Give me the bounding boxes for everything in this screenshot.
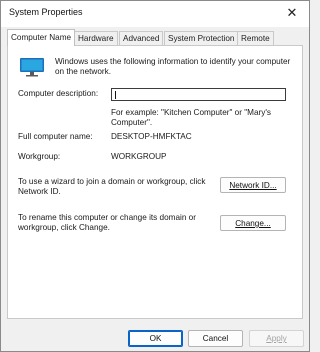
intro-line-1: Windows uses the following information t…: [55, 57, 291, 66]
apply-button-label: Apply: [266, 334, 287, 343]
intro-line-2: on the network.: [55, 67, 111, 76]
network-id-button-label: Network ID...: [229, 181, 277, 190]
computer-monitor-icon: [20, 58, 44, 77]
apply-button[interactable]: Apply: [249, 330, 304, 347]
computer-name-panel: Windows uses the following information t…: [7, 45, 303, 319]
cancel-button[interactable]: Cancel: [188, 330, 243, 347]
example-line-2: Computer".: [111, 118, 153, 127]
full-name-label: Full computer name:: [18, 132, 93, 141]
system-properties-window: System Properties ✕ Computer Name Hardwa…: [0, 0, 310, 352]
rename-text-line-2: workgroup, click Change.: [18, 223, 110, 232]
tab-strip: Computer Name Hardware Advanced System P…: [7, 29, 303, 46]
tab-system-protection[interactable]: System Protection: [164, 31, 239, 45]
close-icon[interactable]: ✕: [283, 4, 301, 22]
change-button[interactable]: Change...: [220, 215, 286, 231]
workgroup-label: Workgroup:: [18, 152, 61, 161]
ok-button[interactable]: OK: [128, 330, 183, 347]
tab-remote[interactable]: Remote: [237, 31, 274, 45]
full-name-value: DESKTOP-HMFKTAC: [111, 132, 192, 141]
wizard-text-line-1: To use a wizard to join a domain or work…: [18, 177, 206, 186]
tab-computer-name[interactable]: Computer Name: [7, 29, 76, 46]
tab-advanced[interactable]: Advanced: [119, 31, 164, 45]
title-bar: System Properties ✕: [1, 1, 309, 27]
wizard-text-line-2: Network ID.: [18, 187, 61, 196]
text-caret: [115, 91, 116, 99]
example-line-1: For example: "Kitchen Computer" or "Mary…: [111, 108, 271, 117]
description-label: Computer description:: [18, 89, 99, 98]
change-button-label: Change...: [235, 219, 271, 228]
computer-description-input[interactable]: [111, 88, 286, 101]
rename-text-line-1: To rename this computer or change its do…: [18, 213, 196, 222]
tab-hardware[interactable]: Hardware: [74, 31, 118, 45]
workgroup-value: WORKGROUP: [111, 152, 167, 161]
network-id-button[interactable]: Network ID...: [220, 177, 286, 193]
window-title: System Properties: [9, 7, 83, 17]
